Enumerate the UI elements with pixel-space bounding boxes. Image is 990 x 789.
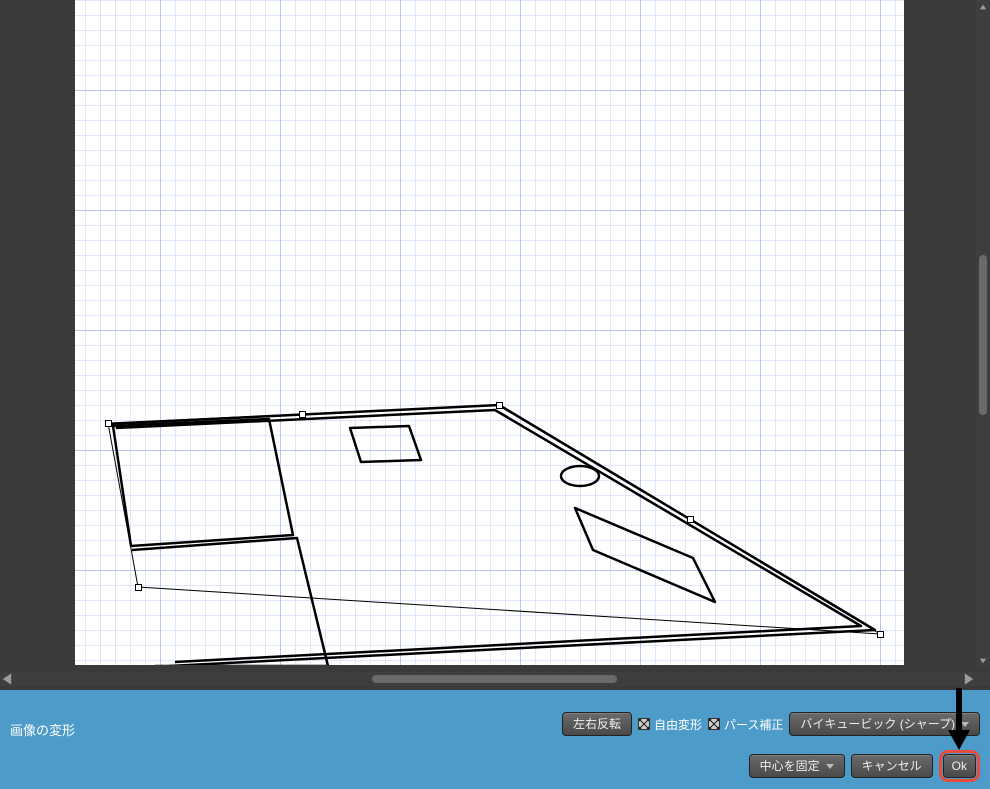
free-transform-checkbox[interactable]: 自由変形	[638, 716, 702, 733]
transform-handle[interactable]	[496, 402, 503, 409]
scroll-right-button[interactable]	[962, 672, 976, 686]
vertical-scrollbar-thumb[interactable]	[979, 255, 987, 415]
perspective-label: パース補正	[724, 716, 783, 733]
ok-button[interactable]: Ok	[943, 754, 976, 778]
perspective-checkbox[interactable]: パース補正	[708, 716, 783, 733]
flip-horizontal-label: 左右反転	[573, 717, 621, 731]
anchor-dropdown[interactable]: 中心を固定	[749, 754, 845, 778]
checkbox-icon	[708, 718, 720, 730]
transformed-drawing	[75, 0, 904, 665]
transform-handle[interactable]	[877, 631, 884, 638]
viewport	[0, 0, 990, 690]
transform-handle[interactable]	[299, 411, 306, 418]
panel-title: 画像の変形	[10, 720, 75, 739]
scroll-left-button[interactable]	[0, 672, 14, 686]
scroll-up-button[interactable]	[976, 0, 990, 14]
panel-row-2: 中心を固定 キャンセル Ok	[749, 750, 980, 782]
cancel-button[interactable]: キャンセル	[851, 754, 933, 778]
cancel-label: キャンセル	[862, 759, 922, 773]
transform-panel: 画像の変形 左右反転 自由変形 パース補正 バイキュービック (シャープ) 中心…	[0, 690, 990, 789]
scroll-down-button[interactable]	[976, 654, 990, 668]
transform-handle[interactable]	[687, 516, 694, 523]
vertical-scrollbar[interactable]	[976, 0, 990, 668]
ok-label: Ok	[952, 759, 967, 773]
scrollbar-corner	[976, 672, 990, 686]
canvas-area[interactable]	[75, 0, 904, 665]
panel-row-1: 左右反転 自由変形 パース補正 バイキュービック (シャープ)	[562, 712, 980, 736]
horizontal-scrollbar-thumb[interactable]	[372, 675, 617, 683]
free-transform-label: 自由変形	[654, 716, 702, 733]
anchor-label: 中心を固定	[760, 759, 820, 773]
flip-horizontal-button[interactable]: 左右反転	[562, 712, 632, 736]
transform-handle[interactable]	[105, 420, 112, 427]
chevron-down-icon	[826, 764, 834, 769]
horizontal-scrollbar[interactable]	[0, 672, 976, 686]
annotation-arrow-icon	[948, 688, 970, 750]
transform-handle[interactable]	[135, 584, 142, 591]
ok-highlight-annotation: Ok	[939, 750, 980, 782]
checkbox-icon	[638, 718, 650, 730]
interpolation-label: バイキュービック (シャープ)	[800, 717, 955, 731]
